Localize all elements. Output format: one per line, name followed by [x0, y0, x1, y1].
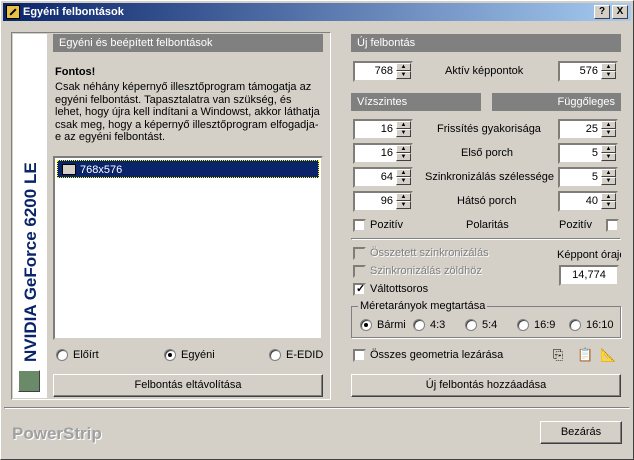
- aspect-1610-label: 16:10: [586, 319, 614, 331]
- custom-res-header: Egyéni és beépített felbontások: [53, 34, 323, 52]
- spin-down-icon[interactable]: ▼: [601, 71, 616, 79]
- spin-down-icon[interactable]: ▼: [396, 201, 411, 209]
- spin-up-icon[interactable]: ▲: [396, 121, 411, 129]
- radio-custom-label: Egyéni: [181, 349, 215, 361]
- radio-eedid-label: E-EDID: [286, 349, 324, 361]
- spin-down-icon[interactable]: ▼: [601, 153, 616, 161]
- monitor-icon: [62, 164, 76, 175]
- aspect-169-label: 16:9: [534, 319, 556, 331]
- frontporch-v-spinner[interactable]: 5 ▲ ▼: [558, 143, 618, 164]
- aspect-54-radio[interactable]: [465, 319, 477, 331]
- active-pixels-label: Aktív képpontok: [445, 65, 524, 77]
- app-icon: [6, 5, 20, 19]
- composite-sync-label: Összetett szinkronizálás: [370, 247, 489, 259]
- lock-geometry-label: Összes geometria lezárása: [370, 349, 504, 361]
- syncwidth-v-spinner[interactable]: 5 ▲ ▼: [558, 167, 618, 188]
- pixel-clock-label: Képpont órajel: [557, 249, 621, 261]
- brand-logo: PowerStrip: [12, 424, 102, 443]
- horizontal-header: Vízszintes: [351, 93, 481, 111]
- remove-resolution-button[interactable]: Felbontás eltávolítása: [53, 374, 323, 397]
- radio-custom[interactable]: [164, 349, 176, 361]
- new-res-header: Új felbontás: [351, 34, 621, 52]
- positive-v-label: Pozitív: [559, 219, 593, 231]
- syncwidth-label: Szinkronizálás szélessége: [425, 171, 555, 183]
- aspect-169-radio[interactable]: [517, 319, 529, 331]
- list-item[interactable]: 768x576: [57, 160, 319, 178]
- positive-v-checkbox[interactable]: [606, 219, 619, 232]
- title-bar[interactable]: Egyéni felbontások ? X: [3, 3, 631, 21]
- aspect-54-label: 5:4: [482, 319, 498, 331]
- refresh-h-spinner[interactable]: 16 ▲ ▼: [353, 119, 413, 140]
- sync-green-checkbox[interactable]: [353, 265, 366, 278]
- spin-down-icon[interactable]: ▼: [396, 129, 411, 137]
- pixel-clock-field[interactable]: 14,774: [559, 265, 619, 286]
- spin-down-icon[interactable]: ▼: [396, 177, 411, 185]
- radio-eedid[interactable]: [269, 349, 281, 361]
- composite-sync-checkbox[interactable]: [353, 247, 366, 260]
- vertical-header: Függőleges: [492, 93, 621, 111]
- close-button[interactable]: Bezárás: [540, 421, 622, 444]
- copy-icon[interactable]: ⎘: [553, 347, 563, 363]
- paste-icon[interactable]: 📋: [577, 347, 593, 363]
- backporch-v-spinner[interactable]: 40 ▲ ▼: [558, 191, 618, 212]
- resolution-list[interactable]: 768x576: [53, 156, 323, 340]
- side-banner: NVIDIA GeForce 6200 LE: [13, 34, 47, 398]
- spin-up-icon[interactable]: ▲: [396, 193, 411, 201]
- help-button[interactable]: ?: [594, 5, 610, 19]
- refresh-label: Frissítés gyakorisága: [437, 123, 541, 135]
- spin-down-icon[interactable]: ▼: [396, 71, 411, 79]
- aspect-title: Méretarányok megtartása: [358, 300, 488, 312]
- list-item-label: 768x576: [80, 164, 123, 176]
- important-text: Csak néhány képernyő illesztőprogram tám…: [55, 81, 320, 143]
- spin-down-icon[interactable]: ▼: [601, 129, 616, 137]
- interlaced-label: Váltottsoros: [370, 283, 429, 295]
- close-icon[interactable]: X: [612, 5, 628, 19]
- gpu-name: NVIDIA GeForce 6200 LE: [21, 162, 40, 362]
- frontporch-h-spinner[interactable]: 16 ▲ ▼: [353, 143, 413, 164]
- positive-h-label: Pozitív: [370, 219, 404, 231]
- sync-green-label: Szinkronizálás zöldhöz: [370, 265, 482, 277]
- window-title: Egyéni felbontások: [23, 6, 124, 18]
- spin-up-icon[interactable]: ▲: [396, 169, 411, 177]
- aspect-any-radio[interactable]: [360, 319, 372, 331]
- syncwidth-h-spinner[interactable]: 64 ▲ ▼: [353, 167, 413, 188]
- active-h-spinner[interactable]: 768 ▲ ▼: [353, 61, 413, 82]
- divider: [351, 238, 621, 240]
- spin-up-icon[interactable]: ▲: [601, 63, 616, 71]
- spin-up-icon[interactable]: ▲: [601, 145, 616, 153]
- spin-up-icon[interactable]: ▲: [601, 121, 616, 129]
- polarity-label: Polaritás: [466, 219, 509, 231]
- refresh-v-spinner[interactable]: 25 ▲ ▼: [558, 119, 618, 140]
- spin-up-icon[interactable]: ▲: [601, 193, 616, 201]
- spin-up-icon[interactable]: ▲: [396, 63, 411, 71]
- backporch-h-spinner[interactable]: 96 ▲ ▼: [353, 191, 413, 212]
- dialog-window: Egyéni felbontások ? X NVIDIA GeForce 62…: [0, 0, 634, 460]
- aspect-1610-radio[interactable]: [569, 319, 581, 331]
- measure-icon[interactable]: 📐: [600, 347, 616, 363]
- spin-down-icon[interactable]: ▼: [601, 201, 616, 209]
- frontporch-label: Első porch: [461, 147, 513, 159]
- positive-h-checkbox[interactable]: [353, 219, 366, 232]
- spin-up-icon[interactable]: ▲: [396, 145, 411, 153]
- footer-divider: [4, 407, 630, 409]
- backporch-label: Hátsó porch: [457, 195, 517, 207]
- add-resolution-button[interactable]: Új felbontás hozzáadása: [351, 374, 621, 397]
- radio-preset-label: Előírt: [73, 349, 99, 361]
- spin-down-icon[interactable]: ▼: [396, 153, 411, 161]
- interlaced-checkbox[interactable]: ✓: [353, 283, 366, 296]
- aspect-43-radio[interactable]: [413, 319, 425, 331]
- aspect-any-label: Bármi: [377, 319, 406, 331]
- spin-down-icon[interactable]: ▼: [601, 177, 616, 185]
- check-icon: ✓: [356, 283, 366, 295]
- important-title: Fontos!: [55, 66, 96, 78]
- radio-preset[interactable]: [56, 349, 68, 361]
- active-v-spinner[interactable]: 576 ▲ ▼: [558, 61, 618, 82]
- card-icon: [18, 370, 40, 392]
- lock-geometry-checkbox[interactable]: [353, 349, 366, 362]
- aspect-43-label: 4:3: [430, 319, 446, 331]
- spin-up-icon[interactable]: ▲: [601, 169, 616, 177]
